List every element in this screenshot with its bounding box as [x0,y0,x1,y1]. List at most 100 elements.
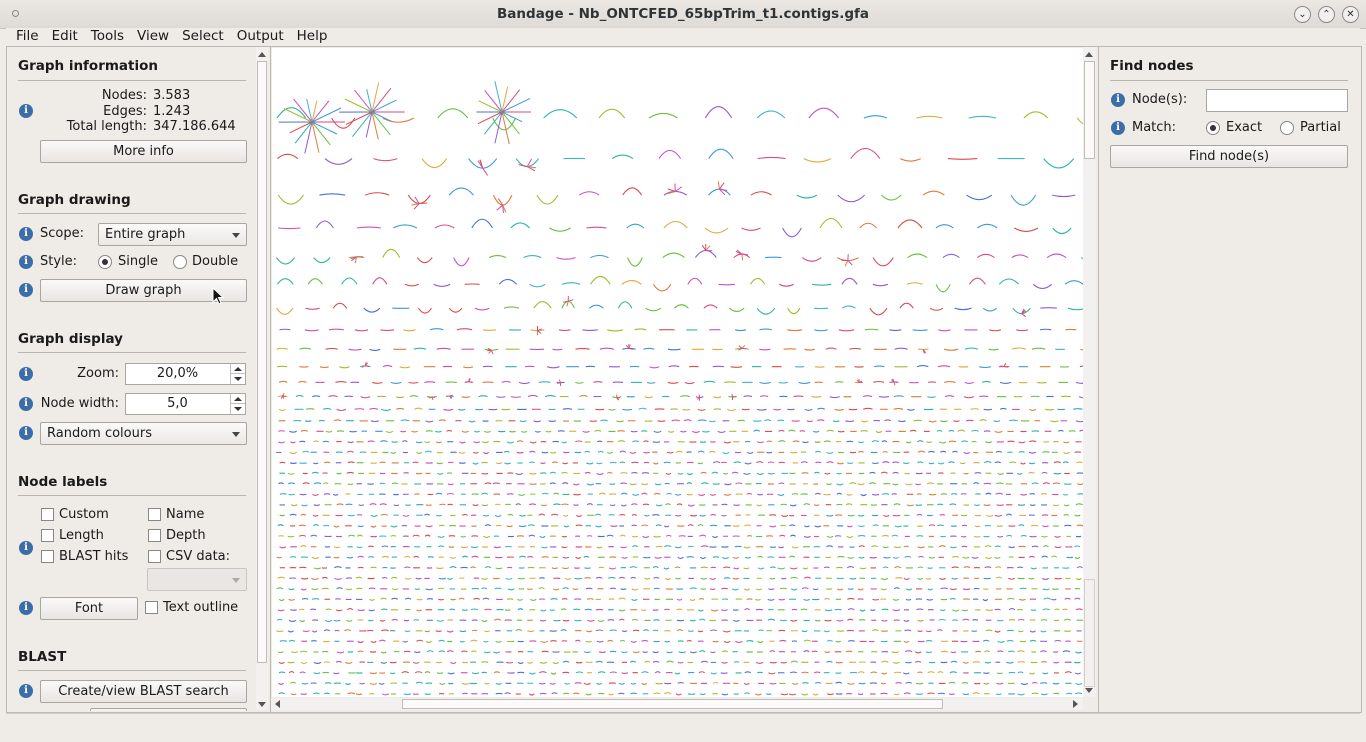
graph-node[interactable] [734,329,747,332]
graph-node[interactable] [644,660,651,663]
graph-node[interactable] [1028,451,1037,454]
graph-node[interactable] [997,650,1004,653]
graph-node[interactable] [999,381,1012,384]
graph-node[interactable] [372,277,388,285]
graph-node[interactable] [593,381,603,383]
graph-node[interactable] [300,661,308,664]
graph-node[interactable] [692,430,700,433]
graph-node[interactable] [789,504,797,507]
csv-data-dropdown[interactable] [147,568,247,591]
graph-node[interactable] [744,462,752,465]
graph-node[interactable] [642,651,648,653]
graph-node[interactable] [801,693,809,696]
graph-node[interactable] [915,682,924,685]
graph-node[interactable] [341,277,358,285]
graph-node[interactable] [424,441,431,443]
graph-node[interactable] [812,588,819,591]
graph-node[interactable] [789,567,798,570]
graph-node[interactable] [526,661,534,664]
graph-node[interactable] [1068,430,1076,432]
graph-node[interactable] [675,514,682,517]
graph-node[interactable] [561,640,568,642]
graph-node[interactable] [849,347,862,350]
graph-node[interactable] [311,630,318,633]
graph-node[interactable] [949,546,957,549]
graph-node[interactable] [642,535,650,538]
graph-node[interactable] [301,504,308,507]
graph-node[interactable] [553,492,560,495]
graph-node[interactable] [925,651,933,654]
graph-node[interactable] [470,639,478,642]
graph-node[interactable] [675,450,683,453]
graph-node[interactable] [382,248,401,258]
graph-node[interactable] [640,609,647,611]
graph-node[interactable] [482,597,490,600]
graph-node[interactable] [1063,618,1072,621]
graph-node[interactable] [756,408,767,411]
graph-node[interactable] [1075,577,1082,581]
graph-node[interactable] [493,194,513,206]
graph-node[interactable] [405,504,411,506]
graph-node[interactable] [962,693,970,696]
graph-node[interactable] [438,577,446,580]
graph-node[interactable] [862,395,873,398]
menu-tools[interactable]: Tools [91,28,124,44]
graph-node[interactable] [917,546,925,549]
graph-node[interactable] [1064,671,1072,674]
graph-node[interactable] [473,430,480,433]
graph-node[interactable] [415,681,423,684]
graph-node[interactable] [416,257,433,264]
graph-node[interactable] [940,420,948,423]
graph-node[interactable] [643,629,650,632]
graph-node[interactable] [643,347,655,350]
graph-node[interactable] [481,472,489,475]
graph-node[interactable] [545,430,552,433]
graph-node[interactable] [621,651,628,654]
graph-node[interactable] [408,381,419,384]
graph-node[interactable] [1040,650,1047,653]
graph-node[interactable] [675,693,682,696]
graph-node[interactable] [346,556,354,559]
graph-node[interactable] [301,682,309,685]
blast-hits-checkbox[interactable] [41,550,54,563]
graph-node[interactable] [917,671,923,674]
graph-node[interactable] [699,534,707,537]
graph-node[interactable] [539,535,546,538]
graph-node[interactable] [498,278,518,285]
graph-node[interactable] [529,283,546,288]
graph-node[interactable] [481,441,490,444]
graph-node[interactable] [568,299,574,302]
graph-node[interactable] [936,430,943,432]
graph-node[interactable] [424,450,432,453]
graph-node[interactable] [596,440,603,443]
graph-node[interactable] [1052,504,1060,507]
graph-node[interactable] [720,609,728,612]
graph-node[interactable] [557,430,565,432]
graph-node[interactable] [812,283,832,286]
graph-node[interactable] [278,380,288,383]
graph-node[interactable] [484,482,492,485]
graph-node[interactable] [549,471,557,474]
graph-node[interactable] [1041,577,1050,580]
graph-node[interactable] [743,682,750,685]
graph-node[interactable] [700,566,708,569]
graph-node[interactable] [1075,651,1082,654]
graph-node[interactable] [1008,608,1016,611]
graph-node[interactable] [998,278,1020,285]
graph-node[interactable] [922,349,926,354]
graph-node[interactable] [438,545,445,548]
graph-node[interactable] [461,555,469,558]
graph-node[interactable] [826,461,834,464]
find-nodes-button[interactable]: Find node(s) [1110,145,1348,168]
graph-node[interactable] [346,471,355,474]
graph-node[interactable] [829,396,840,399]
graph-node[interactable] [778,283,794,287]
graph-node[interactable] [937,671,944,674]
graph-node[interactable] [675,186,682,192]
graph-node[interactable] [620,482,627,485]
graph-node[interactable] [435,630,442,632]
graph-node[interactable] [287,482,296,485]
graph-node[interactable] [703,304,718,309]
graph-node[interactable] [632,535,638,538]
graph-node[interactable] [319,193,346,196]
